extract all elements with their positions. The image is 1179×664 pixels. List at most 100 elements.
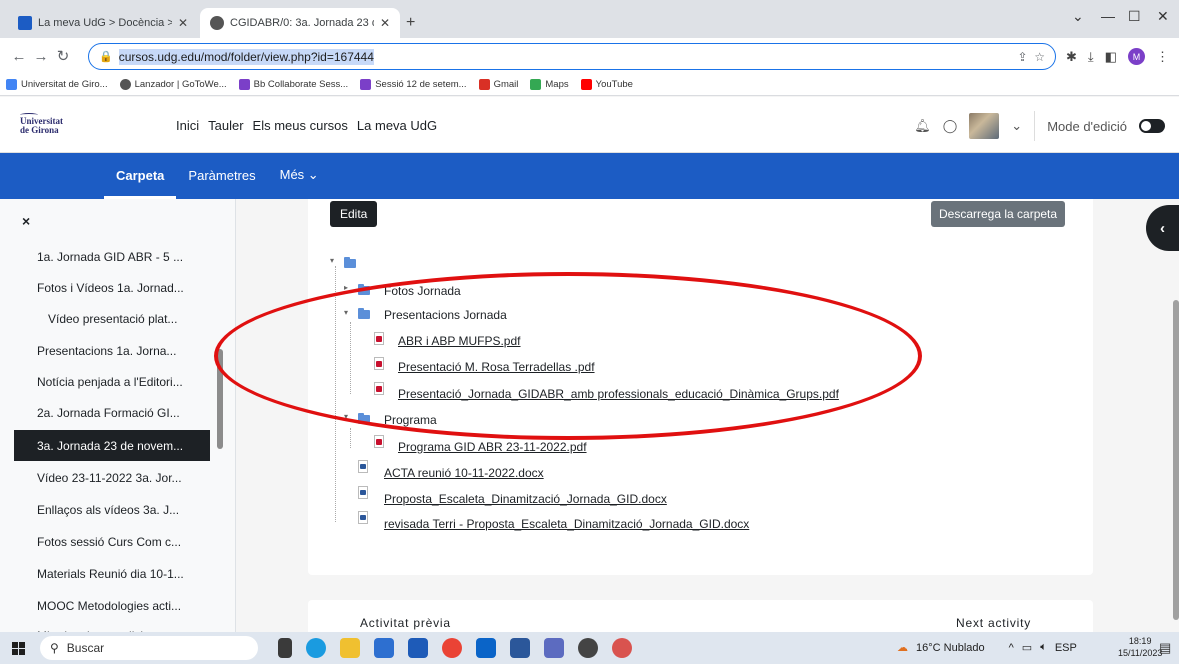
drawer-item[interactable]: Materials Reunió dia 10-1... — [14, 558, 210, 589]
download-icon[interactable]: ⤓ — [1088, 49, 1094, 65]
tab-search-icon[interactable]: ⌄ — [1072, 8, 1084, 25]
app-icon[interactable] — [408, 638, 428, 658]
word-icon[interactable] — [510, 638, 530, 658]
udg-favicon-icon — [18, 16, 32, 30]
teams-icon[interactable] — [544, 638, 564, 658]
menu-icon[interactable]: ⋮ — [1156, 49, 1169, 65]
google-icon — [6, 79, 17, 90]
nav-inici[interactable]: Inici — [176, 118, 199, 133]
reload-icon[interactable]: ↻ — [52, 47, 74, 65]
docx-icon — [358, 486, 368, 499]
network-icon[interactable]: ▭ — [1022, 641, 1032, 654]
drawer-item-active[interactable]: 3a. Jornada 23 de novem... — [14, 430, 210, 461]
file-acta-reunio[interactable]: ACTA reunió 10-11-2022.docx — [384, 466, 544, 480]
tab-parametres[interactable]: Paràmetres — [176, 168, 267, 199]
bookmark-label: Gmail — [493, 79, 519, 90]
edit-button[interactable]: Edita — [330, 201, 378, 227]
bookmark-collaborate[interactable]: Bb Collaborate Sess... — [238, 79, 348, 90]
bookmark-gmail[interactable]: Gmail — [478, 79, 519, 90]
close-drawer-icon[interactable]: × — [22, 213, 30, 229]
profile-avatar[interactable]: M — [1127, 48, 1145, 65]
open-block-drawer-icon[interactable]: ‹ — [1146, 205, 1179, 251]
lock-icon[interactable]: 🔒 — [99, 50, 113, 63]
clock-date: 15/11/2023 — [1118, 648, 1163, 658]
bookmark-label: Maps — [545, 79, 569, 90]
drawer-item[interactable]: Vídeo presentació plat... — [14, 303, 210, 334]
browser-toolbar: ← → ↻ 🔒 cursos.udg.edu/mod/folder/view.p… — [0, 38, 1179, 74]
expand-arrow-icon[interactable]: ▾ — [330, 256, 334, 265]
taskbar-search[interactable]: ⚲ Buscar — [40, 636, 258, 660]
outlook-icon[interactable] — [476, 638, 496, 658]
maximize-icon[interactable]: ☐ — [1128, 8, 1141, 25]
extensions-icon[interactable]: ✱ — [1066, 49, 1077, 65]
drawer-item[interactable]: MOOC Metodologies acti... — [14, 590, 210, 621]
user-avatar[interactable] — [969, 113, 1000, 139]
maps-icon — [530, 79, 542, 90]
back-icon[interactable]: ← — [8, 48, 30, 65]
task-view-icon[interactable] — [278, 638, 292, 658]
store-icon[interactable] — [374, 638, 394, 658]
bookmark-youtube[interactable]: YouTube — [580, 79, 633, 90]
drawer-item[interactable]: 2a. Jornada Formació GI... — [14, 397, 210, 428]
tab-cgidabr[interactable]: CGIDABR/0: 3a. Jornada 23 de n ✕ — [200, 8, 400, 38]
drawer-item[interactable]: 1a. Jornada GID ABR - 5 ... — [14, 241, 210, 272]
url-text[interactable]: cursos.udg.edu/mod/folder/view.php?id=16… — [118, 48, 374, 65]
secondary-nav: Carpeta Paràmetres Més ⌄ — [0, 153, 1179, 199]
tab-la-meva-udg[interactable]: La meva UdG > Docència > Curs ✕ — [8, 8, 198, 38]
volume-icon[interactable]: 🔈︎ — [1040, 641, 1047, 654]
edit-mode-toggle[interactable] — [1139, 119, 1165, 133]
drawer-item[interactable]: Fotos sessió Curs Com c... — [14, 526, 210, 557]
bell-icon[interactable]: 🔔︎ — [914, 118, 931, 134]
close-tab-icon[interactable]: ✕ — [178, 16, 188, 30]
new-tab-button[interactable]: + — [406, 14, 415, 32]
close-window-icon[interactable]: ✕ — [1157, 8, 1169, 25]
file-proposta-escaleta[interactable]: Proposta_Escaleta_Dinamització_Jornada_G… — [384, 492, 667, 506]
bookmark-maps[interactable]: Maps — [530, 79, 569, 90]
chat-icon[interactable]: ◯ — [943, 118, 958, 134]
tray-chevron-icon[interactable]: ^ — [1009, 642, 1014, 654]
clock-time: 18:19 — [1128, 636, 1152, 646]
weather-icon: ☁ — [897, 642, 908, 654]
chrome-icon[interactable] — [442, 638, 462, 658]
file-programa-gid[interactable]: Programa GID ABR 23-11-2022.pdf — [398, 440, 587, 454]
search-placeholder: Buscar — [66, 641, 105, 655]
collaborate-icon — [238, 79, 250, 90]
tab-carpeta[interactable]: Carpeta — [104, 168, 177, 199]
tab-mes[interactable]: Més ⌄ — [268, 167, 331, 199]
address-bar[interactable]: 🔒 cursos.udg.edu/mod/folder/view.php?id=… — [88, 43, 1056, 70]
download-folder-button[interactable]: Descarrega la carpeta — [931, 201, 1066, 227]
folder-icon — [344, 257, 356, 268]
settings-gear-icon[interactable] — [578, 638, 598, 658]
drawer-item[interactable]: Fotos i Vídeos 1a. Jornad... — [14, 272, 210, 303]
language-indicator[interactable]: ESP — [1055, 642, 1077, 654]
nav-la-meva-udg[interactable]: La meva UdG — [357, 118, 437, 133]
edge-icon[interactable] — [306, 638, 326, 658]
clock[interactable]: 18:19 15/11/2023 — [1118, 635, 1162, 659]
bookmark-udg[interactable]: Universitat de Giro... — [6, 79, 108, 90]
nav-els-meus-cursos[interactable]: Els meus cursos — [253, 118, 348, 133]
previous-activity-label: Activitat prèvia — [360, 616, 451, 630]
drawer-item[interactable]: Mirades de complicitat - — [14, 620, 210, 633]
drawer-item[interactable]: Presentacions 1a. Jorna... — [14, 335, 210, 366]
bookmark-gotowebinar[interactable]: Lanzador | GoToWe... — [119, 79, 227, 90]
udg-logo[interactable]: Universitat de Girona — [20, 113, 63, 135]
drawer-item[interactable]: Enllaços als vídeos 3a. J... — [14, 494, 210, 525]
bookmark-sessio[interactable]: Sessió 12 de setem... — [360, 79, 467, 90]
chevron-down-icon[interactable]: ⌄ — [1011, 118, 1022, 134]
file-revisada-terri[interactable]: revisada Terri - Proposta_Escaleta_Dinam… — [384, 517, 749, 531]
share-bookmark-icons[interactable]: ⇪ ☆ — [1018, 50, 1045, 64]
drawer-item[interactable]: Notícia penjada a l'Editori... — [14, 366, 210, 397]
globe-icon — [210, 16, 224, 30]
chrome-profile-icon[interactable] — [612, 638, 632, 658]
minimize-icon[interactable]: — — [1101, 8, 1115, 24]
close-tab-icon[interactable]: ✕ — [380, 16, 390, 30]
drawer-item[interactable]: Vídeo 23-11-2022 3a. Jor... — [14, 462, 210, 493]
forward-icon[interactable]: → — [30, 48, 52, 65]
file-explorer-icon[interactable] — [340, 638, 360, 658]
notifications-icon[interactable]: ▤ — [1159, 640, 1171, 656]
windows-start-icon[interactable] — [12, 642, 25, 655]
nav-tauler[interactable]: Tauler — [208, 118, 243, 133]
sidepanel-icon[interactable]: ◧ — [1105, 49, 1117, 65]
page-scrollbar[interactable] — [1173, 300, 1179, 620]
weather-text[interactable]: 16°C Nublado — [916, 642, 985, 654]
